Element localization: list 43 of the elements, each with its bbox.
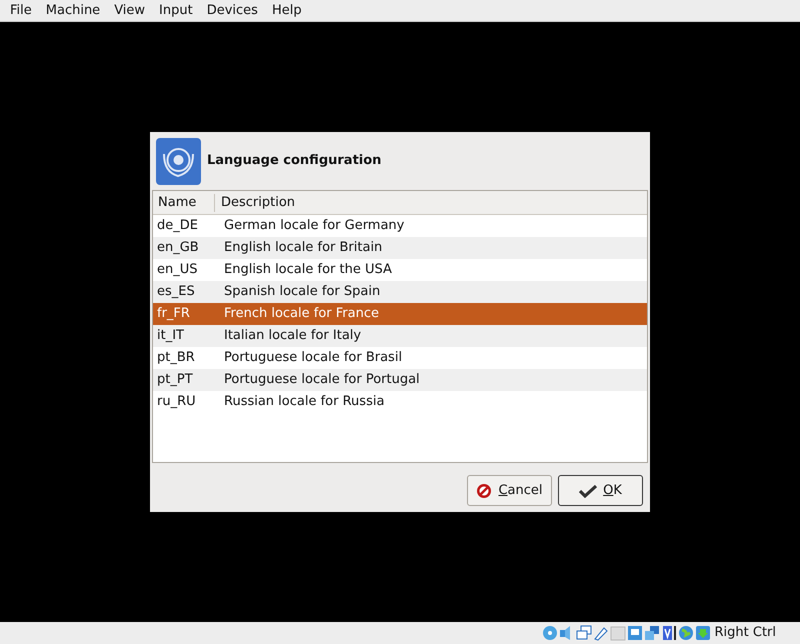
dialog-title: Language configuration bbox=[207, 152, 382, 170]
globe-emblem-icon bbox=[156, 138, 201, 184]
table-row[interactable]: fr_FR French locale for France bbox=[153, 303, 647, 325]
menu-item[interactable]: Devices bbox=[200, 0, 265, 20]
no-entry-icon bbox=[476, 482, 492, 498]
locale-description: Italian locale for Italy bbox=[223, 327, 362, 346]
menu-item[interactable]: Help bbox=[264, 0, 309, 20]
host-key-label: Right Ctrl bbox=[714, 624, 776, 642]
locale-description: German locale for Germany bbox=[223, 217, 404, 236]
checkmark-icon bbox=[579, 484, 598, 498]
disc-icon[interactable] bbox=[542, 625, 558, 641]
cancel-button[interactable]: Cancel bbox=[467, 475, 552, 506]
locale-description: French locale for France bbox=[223, 305, 380, 324]
table-row[interactable]: pt_PT Portuguese locale for Portugal bbox=[153, 369, 647, 391]
column-header[interactable]: Name bbox=[153, 194, 215, 212]
column-header[interactable]: Description bbox=[215, 194, 647, 212]
locale-code: pt_PT bbox=[156, 371, 194, 390]
locale-description: English locale for Britain bbox=[223, 239, 382, 258]
display-icon[interactable] bbox=[626, 625, 642, 641]
locale-description: Portuguese locale for Brasil bbox=[223, 349, 402, 368]
menu-item[interactable]: Input bbox=[152, 0, 200, 20]
locale-description: Spanish locale for Spain bbox=[223, 283, 380, 302]
locale-description: Russian locale for Russia bbox=[223, 393, 384, 412]
locale-description: Portuguese locale for Portugal bbox=[223, 371, 420, 390]
locale-code: it_IT bbox=[156, 327, 185, 346]
table-row[interactable]: en_GB English locale for Britain bbox=[153, 237, 647, 259]
download-icon[interactable] bbox=[694, 625, 710, 641]
locale-code: fr_FR bbox=[156, 305, 191, 324]
locale-code: en_US bbox=[156, 261, 199, 280]
locale-code: en_GB bbox=[156, 239, 200, 258]
menu-item[interactable]: File bbox=[3, 0, 39, 20]
table-row[interactable]: it_IT Italian locale for Italy bbox=[153, 325, 647, 347]
network-icon[interactable] bbox=[576, 625, 592, 641]
table-row[interactable]: es_ES Spanish locale for Spain bbox=[153, 281, 647, 303]
locale-code: es_ES bbox=[156, 283, 196, 302]
locale-code: pt_BR bbox=[156, 349, 196, 368]
locale-code: ru_RU bbox=[156, 393, 197, 412]
menu-item[interactable]: View bbox=[107, 0, 152, 20]
ok-button[interactable]: OK bbox=[558, 475, 643, 506]
windows-icon[interactable] bbox=[644, 625, 660, 641]
locale-description: English locale for the USA bbox=[223, 261, 392, 280]
locale-code: de_DE bbox=[156, 217, 199, 236]
menu-item[interactable]: Machine bbox=[38, 0, 108, 20]
